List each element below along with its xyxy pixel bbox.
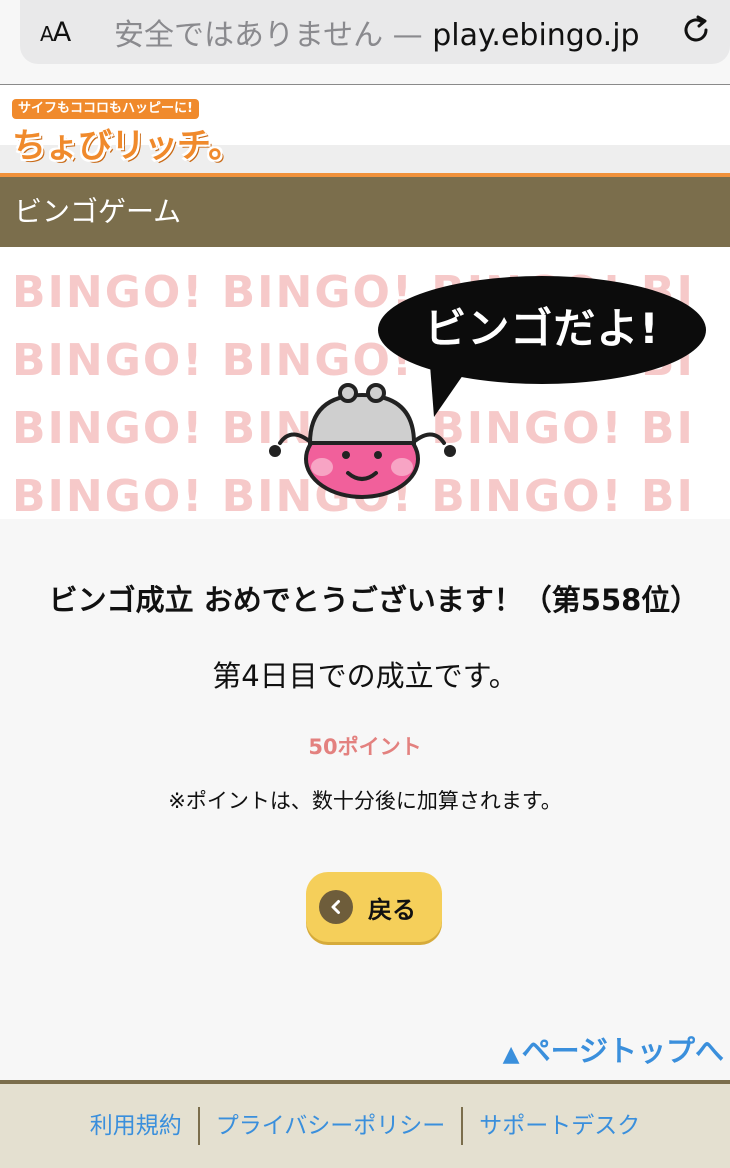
result-content: ビンゴ成立 おめでとうございます！（第558位） 第4日目での成立です。 50ポ… — [0, 577, 730, 815]
triangle-up-icon: ▲ — [502, 1042, 520, 1067]
site-header: サイフもココロもハッピーに! ちょびリッチ。 — [0, 85, 730, 177]
back-button[interactable]: 戻る — [306, 872, 442, 942]
reload-icon[interactable] — [678, 12, 714, 48]
footer-link-privacy[interactable]: プライバシーポリシー — [200, 1107, 462, 1145]
footer-link-terms[interactable]: 利用規約 — [74, 1107, 198, 1145]
chevron-left-icon — [319, 890, 353, 924]
aa-label: A — [52, 16, 72, 48]
points-awarded: 50ポイント — [308, 735, 422, 759]
url-host: play.ebingo.jp — [432, 18, 640, 53]
browser-address-bar: AA 安全ではありません — play.ebingo.jp — [0, 0, 730, 85]
page-top-label: ページトップへ — [521, 1034, 724, 1068]
logo-tagline: サイフもココロもハッピーに! — [12, 99, 199, 119]
page-title: ビンゴゲーム — [0, 177, 730, 247]
points-note: ※ポイントは、数十分後に加算されます。 — [168, 789, 562, 813]
mascot-purse-icon — [269, 383, 456, 499]
congrats-heading: ビンゴ成立 おめでとうございます！（第558位） — [48, 583, 700, 617]
footer: 利用規約 プライバシーポリシー サポートデスク — [0, 1080, 730, 1168]
speech-bubble-text: ビンゴだよ! — [424, 304, 660, 353]
site-logo[interactable]: サイフもココロもハッピーに! ちょびリッチ。 — [12, 99, 242, 166]
back-button-label: 戻る — [368, 895, 416, 924]
day-text: 第4日目での成立です。 — [212, 659, 518, 693]
logo-name: ちょびリッチ。 — [12, 126, 242, 166]
footer-link-support[interactable]: サポートデスク — [463, 1107, 656, 1145]
text-size-button[interactable]: AA — [40, 17, 100, 48]
bingo-banner: BINGO! BINGO! BINGO! BI BINGO! BINGO! BI… — [0, 247, 730, 519]
url-field[interactable]: AA 安全ではありません — play.ebingo.jp — [20, 0, 730, 64]
insecure-warning: 安全ではありません — — [114, 18, 423, 53]
url-text[interactable]: 安全ではありません — play.ebingo.jp — [114, 10, 640, 54]
page-top-link[interactable]: ▲ページトップへ — [503, 1028, 724, 1070]
